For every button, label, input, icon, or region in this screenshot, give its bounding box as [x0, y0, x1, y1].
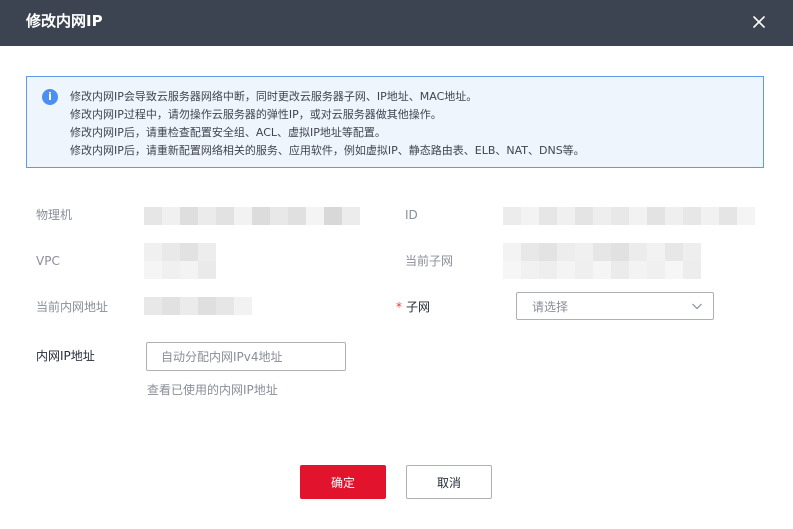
- notice-text: 修改内网IP会导致云服务器网络中断，同时更改云服务器子网、IP地址、MAC地址。…: [70, 88, 585, 160]
- vpc-value-redacted: [144, 243, 216, 279]
- vpc-label: VPC: [36, 254, 60, 268]
- modify-private-ip-dialog: 修改内网IP i 修改内网IP会导致云服务器网络中断，同时更改云服务器子网、IP…: [0, 0, 793, 529]
- confirm-button[interactable]: 确定: [300, 465, 386, 499]
- chevron-down-icon: [692, 303, 702, 310]
- current-subnet-label: 当前子网: [405, 254, 454, 268]
- id-value-redacted: [503, 207, 755, 225]
- notice-box: i 修改内网IP会导致云服务器网络中断，同时更改云服务器子网、IP地址、MAC地…: [26, 76, 764, 168]
- ip-address-input[interactable]: [146, 342, 346, 371]
- notice-line: 修改内网IP会导致云服务器网络中断，同时更改云服务器子网、IP地址、MAC地址。: [70, 90, 478, 103]
- id-label: ID: [405, 208, 418, 222]
- close-icon[interactable]: [749, 12, 769, 32]
- physical-machine-label: 物理机: [36, 208, 73, 222]
- subnet-label-text: 子网: [406, 300, 431, 314]
- required-mark: *: [396, 300, 402, 314]
- current-ip-value-redacted: [144, 297, 252, 315]
- info-icon: i: [42, 89, 58, 105]
- dialog-header: 修改内网IP: [0, 0, 793, 46]
- subnet-select[interactable]: 请选择: [516, 292, 714, 320]
- notice-line: 修改内网IP后，请重检查配置安全组、ACL、虚拟IP地址等配置。: [70, 126, 386, 139]
- current-ip-label: 当前内网地址: [36, 300, 109, 314]
- view-used-ip-link[interactable]: 查看已使用的内网IP地址: [147, 382, 278, 398]
- subnet-select-placeholder: 请选择: [532, 300, 569, 314]
- ip-address-label: 内网IP地址: [36, 349, 95, 363]
- current-subnet-value-redacted: [503, 243, 701, 279]
- subnet-label: * 子网: [396, 299, 430, 315]
- notice-line: 修改内网IP后，请重新配置网络相关的服务、应用软件，例如虚拟IP、静态路由表、E…: [70, 144, 585, 157]
- physical-machine-value-redacted: [144, 207, 360, 225]
- cancel-button[interactable]: 取消: [406, 465, 492, 499]
- notice-line: 修改内网IP过程中，请勿操作云服务器的弹性IP，或对云服务器做其他操作。: [70, 108, 442, 121]
- dialog-title: 修改内网IP: [26, 12, 103, 30]
